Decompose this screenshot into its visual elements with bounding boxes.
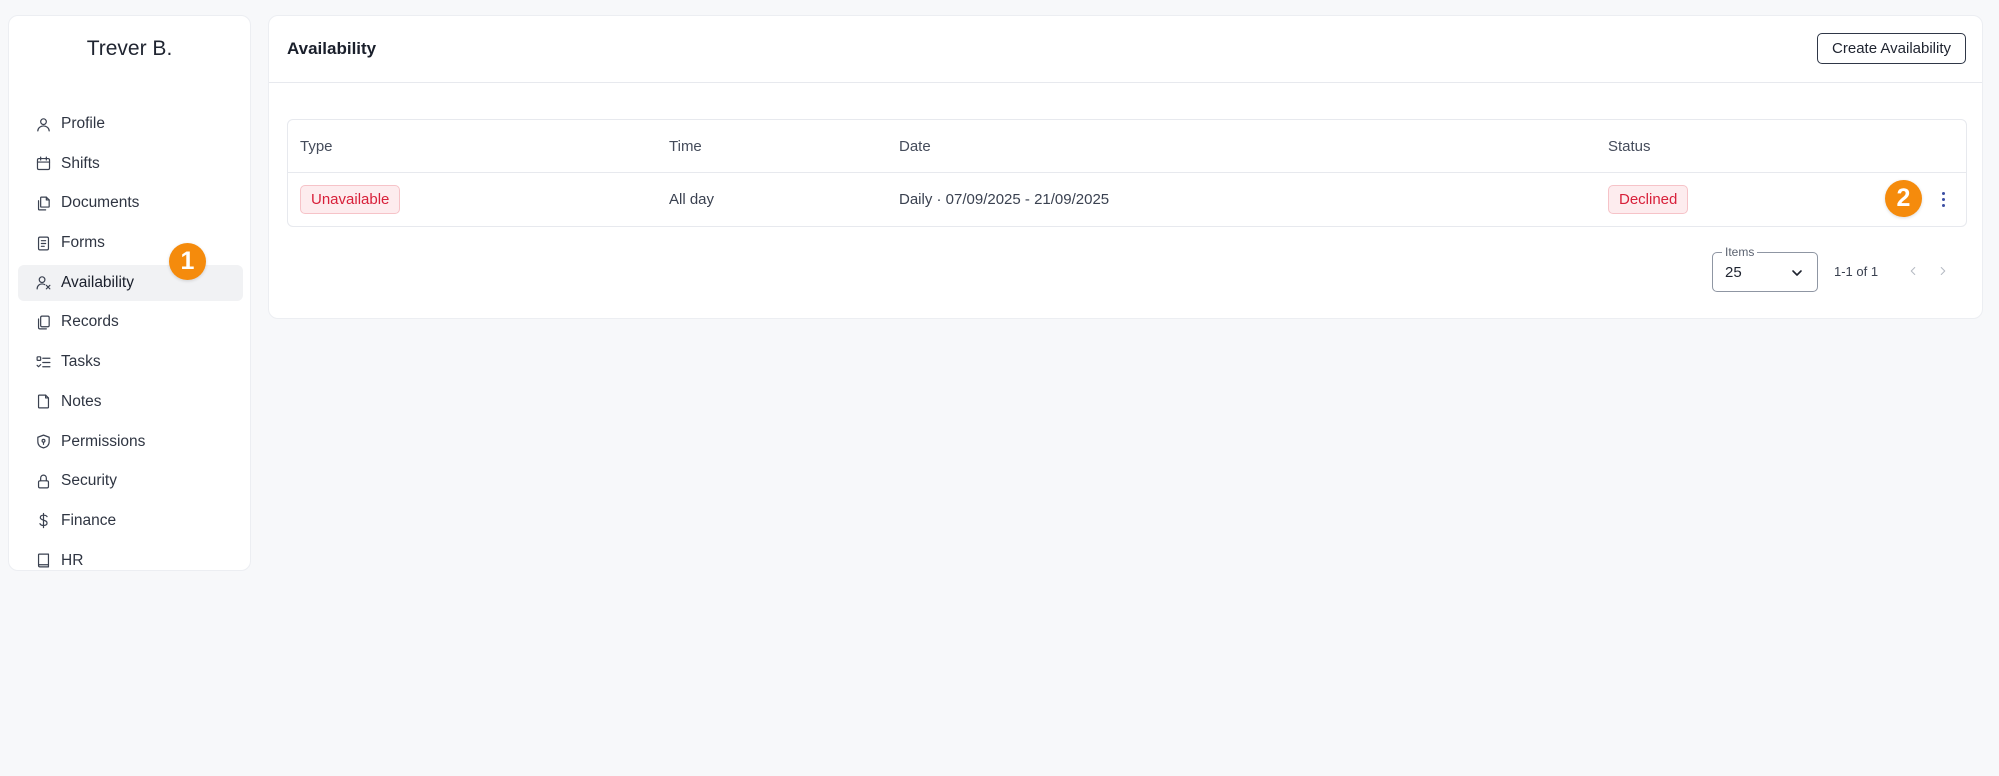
column-header-status: Status <box>1608 137 1651 155</box>
type-badge: Unavailable <box>300 185 401 214</box>
column-header-date: Date <box>899 137 931 155</box>
sidebar: Trever B. Profile Shifts Documents Forms… <box>8 15 251 571</box>
user-icon <box>35 116 52 133</box>
table-row[interactable]: Unavailable All day Daily · 07/09/2025 -… <box>288 173 1966 226</box>
items-per-page-value: 25 <box>1725 264 1742 281</box>
sidebar-item-label: Tasks <box>61 353 101 371</box>
chevron-left-icon[interactable] <box>1906 264 1922 280</box>
sidebar-item-records[interactable]: Records <box>18 304 243 340</box>
user-x-icon <box>35 274 52 291</box>
sidebar-item-finance[interactable]: Finance <box>18 503 243 539</box>
table-header: Type Time Date Status <box>288 120 1966 173</box>
sidebar-item-hr[interactable]: HR <box>18 543 243 579</box>
sidebar-item-notes[interactable]: Notes <box>18 384 243 420</box>
type-cell: Unavailable <box>300 173 401 226</box>
create-availability-button[interactable]: Create Availability <box>1817 33 1966 64</box>
column-header-type: Type <box>300 137 333 155</box>
records-icon <box>35 314 52 331</box>
sidebar-item-label: Records <box>61 313 119 331</box>
sidebar-item-label: Notes <box>61 392 102 410</box>
status-badge: Declined <box>1608 185 1689 214</box>
availability-panel: Availability Create Availability Type Ti… <box>268 15 1983 319</box>
step-marker-1: 1 <box>169 243 206 280</box>
calendar-icon <box>35 155 52 172</box>
pagination-range: 1-1 of 1 <box>1834 264 1879 279</box>
sidebar-item-label: Finance <box>61 511 117 529</box>
date-cell: Daily · 07/09/2025 - 21/09/2025 <box>899 191 1110 208</box>
sidebar-item-permissions[interactable]: Permissions <box>18 424 243 460</box>
user-name: Trever B. <box>86 37 173 60</box>
chevron-right-icon[interactable] <box>1936 264 1952 280</box>
availability-table: Type Time Date Status Unavailable All da… <box>287 119 1967 227</box>
pagination: Items 25 1-1 of 1 <box>269 245 1982 292</box>
status-cell: Declined <box>1608 173 1689 226</box>
note-icon <box>35 393 52 410</box>
page-title: Availability <box>287 39 377 58</box>
sidebar-item-label: Availability <box>61 273 134 291</box>
step-marker-2: 2 <box>1885 180 1922 217</box>
sidebar-item-profile[interactable]: Profile <box>18 106 243 142</box>
chevron-down-icon <box>1789 265 1805 281</box>
documents-icon <box>35 195 52 212</box>
sidebar-item-security[interactable]: Security <box>18 463 243 499</box>
panel-header: Availability Create Availability <box>269 16 1982 83</box>
lock-icon <box>35 473 52 490</box>
more-vertical-icon[interactable] <box>1938 188 1949 211</box>
sidebar-item-label: HR <box>61 551 84 569</box>
form-icon <box>35 235 52 252</box>
column-header-time: Time <box>669 137 702 155</box>
sidebar-item-documents[interactable]: Documents <box>18 185 243 221</box>
row-actions-cell <box>1933 173 1953 226</box>
dollar-icon <box>35 512 52 529</box>
sidebar-item-label: Shifts <box>61 154 100 172</box>
items-per-page-select[interactable]: Items 25 <box>1712 245 1818 292</box>
sidebar-nav: Profile Shifts Documents Forms Availabil… <box>18 106 243 582</box>
sidebar-item-forms[interactable]: Forms <box>18 225 243 261</box>
sidebar-item-tasks[interactable]: Tasks <box>18 344 243 380</box>
sidebar-item-label: Security <box>61 472 117 490</box>
sidebar-item-label: Permissions <box>61 432 146 450</box>
sidebar-item-availability[interactable]: Availability <box>18 264 243 301</box>
sidebar-item-label: Profile <box>61 115 105 132</box>
items-per-page-label: Items <box>1722 245 1758 259</box>
sidebar-item-shifts[interactable]: Shifts <box>18 146 243 182</box>
time-cell: All day <box>669 191 715 208</box>
sidebar-item-label: Forms <box>61 234 105 252</box>
book-icon <box>35 552 52 569</box>
tasks-icon <box>35 354 52 371</box>
sidebar-item-label: Documents <box>61 194 140 212</box>
shield-icon <box>35 433 52 450</box>
